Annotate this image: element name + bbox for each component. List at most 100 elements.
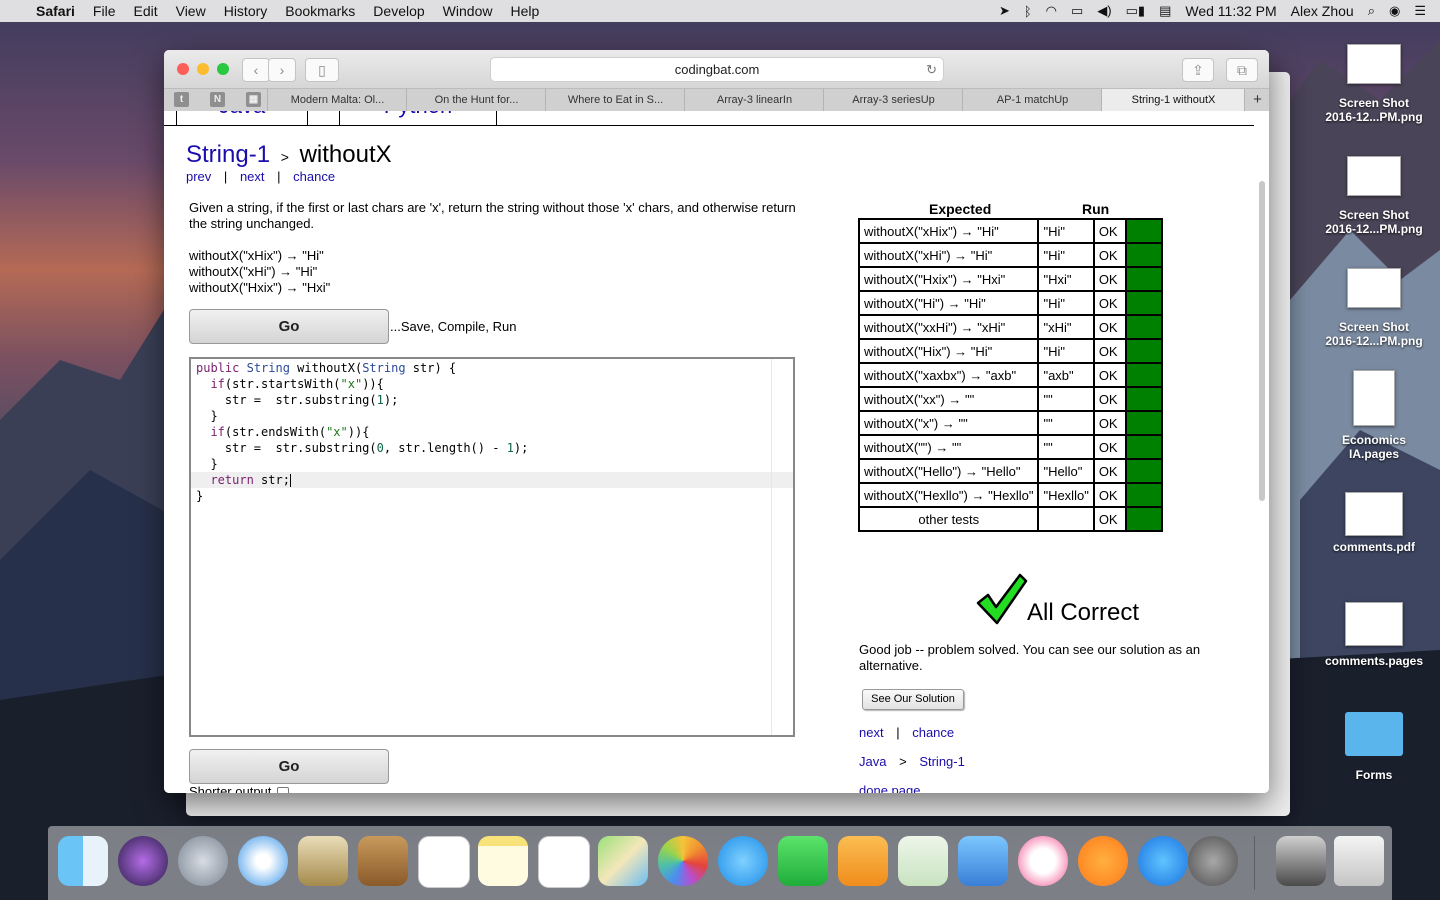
menu-edit[interactable]: Edit	[133, 3, 157, 19]
zoom-button[interactable]	[217, 63, 229, 75]
menu-develop[interactable]: Develop	[373, 3, 424, 19]
code-text[interactable]: public String withoutX(String str) { if(…	[196, 360, 528, 504]
pinned-tab-tumblr-icon[interactable]: t	[174, 92, 189, 107]
share-icon[interactable]: ⇪	[1182, 58, 1214, 82]
siri-icon[interactable]	[118, 836, 168, 886]
shorter-output-checkbox[interactable]	[277, 786, 290, 793]
spotlight-icon[interactable]: ⌕	[1368, 3, 1375, 19]
done-page-link[interactable]: done page	[859, 783, 920, 793]
page-scrollbar[interactable]	[1259, 181, 1265, 501]
location-icon[interactable]: ➤	[999, 3, 1010, 19]
code-token: str;	[253, 473, 290, 487]
calendar-icon[interactable]	[418, 836, 470, 888]
ibooks-icon[interactable]	[1078, 836, 1128, 886]
tab-where-to-eat[interactable]: Where to Eat in S...	[545, 89, 685, 111]
shorter-output-option[interactable]: Shorter output	[189, 784, 290, 793]
go-button-top[interactable]: Go	[189, 309, 389, 344]
numbers-icon[interactable]	[898, 836, 948, 886]
forward-button[interactable]: ›	[268, 58, 296, 82]
safari-icon[interactable]	[238, 836, 288, 886]
downloads-stack-icon[interactable]	[1276, 836, 1326, 886]
reload-icon[interactable]: ↻	[926, 58, 937, 81]
notes-icon[interactable]	[478, 836, 528, 886]
launchpad-icon[interactable]	[178, 836, 228, 886]
menu-app-safari[interactable]: Safari	[36, 3, 75, 19]
messages-icon[interactable]	[718, 836, 768, 886]
contacts-icon[interactable]	[358, 836, 408, 886]
trash-icon[interactable]	[1334, 836, 1384, 886]
see-our-solution-button[interactable]: See Our Solution	[862, 689, 964, 710]
airplay-icon[interactable]: ▭	[1071, 3, 1083, 19]
keynote-icon[interactable]	[958, 836, 1008, 886]
bottom-chance-link[interactable]: chance	[912, 725, 954, 740]
menu-view[interactable]: View	[176, 3, 206, 19]
tab-python[interactable]: Python	[339, 111, 497, 126]
battery-icon[interactable]: ▭▮	[1126, 3, 1145, 19]
menu-history[interactable]: History	[224, 3, 268, 19]
new-tab-button[interactable]: +	[1244, 89, 1269, 111]
code-token: str = str.substring(	[196, 441, 377, 455]
mail-icon[interactable]	[298, 836, 348, 886]
code-editor[interactable]: public String withoutX(String str) { if(…	[189, 357, 795, 737]
menubar-user[interactable]: Alex Zhou	[1291, 3, 1354, 19]
pinned-tab-n-icon[interactable]: N	[210, 92, 225, 107]
address-bar[interactable]: codingbat.com ↻	[490, 57, 944, 82]
menu-file[interactable]: File	[93, 3, 116, 19]
pass-indicator	[1124, 386, 1163, 412]
tab-overview-icon[interactable]: ⧉	[1226, 58, 1258, 82]
menu-help[interactable]: Help	[510, 3, 539, 19]
code-token: if	[210, 425, 225, 439]
tab-string1-withoutx[interactable]: String-1 withoutX	[1101, 89, 1245, 111]
wifi-icon[interactable]: ◠	[1046, 3, 1057, 19]
system-preferences-icon[interactable]	[1188, 836, 1238, 886]
section-link[interactable]: String-1	[919, 754, 965, 769]
pages-icon[interactable]	[838, 836, 888, 886]
menu-window[interactable]: Window	[443, 3, 493, 19]
desktop-file-screenshot-1[interactable]: Screen Shot 2016-12...PM.png	[1319, 44, 1429, 124]
maps-icon[interactable]	[598, 836, 648, 886]
flag-icon[interactable]: ▤	[1159, 3, 1171, 19]
desktop-file-screenshot-2[interactable]: Screen Shot 2016-12...PM.png	[1319, 156, 1429, 236]
java-link[interactable]: Java	[859, 754, 886, 769]
file-name: Screen Shot	[1338, 96, 1410, 110]
chance-link[interactable]: chance	[293, 169, 335, 184]
finder-icon[interactable]	[58, 836, 108, 886]
photos-icon[interactable]	[658, 836, 708, 886]
notification-center-icon[interactable]: ☰	[1414, 3, 1426, 19]
desktop-file-economics[interactable]: Economics IA.pages	[1319, 370, 1429, 461]
desktop-file-comments-pdf[interactable]: comments.pdf	[1319, 492, 1429, 554]
code-token: }	[196, 489, 204, 503]
volume-icon[interactable]: ◀)	[1097, 3, 1111, 19]
tab-array3-seriesup[interactable]: Array-3 seriesUp	[823, 89, 963, 111]
desktop-folder-forms[interactable]: Forms	[1319, 712, 1429, 782]
menu-bookmarks[interactable]: Bookmarks	[285, 3, 355, 19]
sidebar-toggle-icon[interactable]: ▯	[305, 58, 339, 82]
minimize-button[interactable]	[197, 63, 209, 75]
pinned-tab-grid-icon[interactable]: ▦	[246, 92, 261, 107]
itunes-icon[interactable]	[1018, 836, 1068, 886]
facetime-icon[interactable]	[778, 836, 828, 886]
code-token: public	[196, 361, 240, 375]
desktop-file-screenshot-3[interactable]: Screen Shot 2016-12...PM.png	[1319, 268, 1429, 348]
siri-icon[interactable]: ◉	[1389, 3, 1400, 19]
tab-java[interactable]: Java	[176, 111, 308, 126]
expected-cell: withoutX("xxHi") → "xHi"	[857, 314, 1040, 340]
language-tabs: Java Python	[176, 111, 1076, 126]
next-link[interactable]: next	[240, 169, 265, 184]
run-cell: "Hi"	[1037, 242, 1095, 268]
menubar-clock[interactable]: Wed 11:32 PM	[1185, 3, 1276, 19]
close-button[interactable]	[177, 63, 189, 75]
breadcrumb-section-link[interactable]: String-1	[186, 141, 270, 168]
tab-modern-malta[interactable]: Modern Malta: Ol...	[267, 89, 407, 111]
app-store-icon[interactable]	[1138, 836, 1188, 886]
back-button[interactable]: ‹	[242, 58, 270, 82]
go-button-bottom[interactable]: Go	[189, 749, 389, 784]
reminders-icon[interactable]	[538, 836, 590, 888]
tab-ap1-matchup[interactable]: AP-1 matchUp	[962, 89, 1102, 111]
tab-array3-linearin[interactable]: Array-3 linearIn	[684, 89, 824, 111]
bluetooth-icon[interactable]: ᛒ	[1024, 4, 1032, 19]
bottom-next-link[interactable]: next	[859, 725, 884, 740]
prev-link[interactable]: prev	[186, 169, 211, 184]
tab-on-the-hunt[interactable]: On the Hunt for...	[406, 89, 546, 111]
desktop-file-comments-pages[interactable]: comments.pages	[1319, 602, 1429, 668]
